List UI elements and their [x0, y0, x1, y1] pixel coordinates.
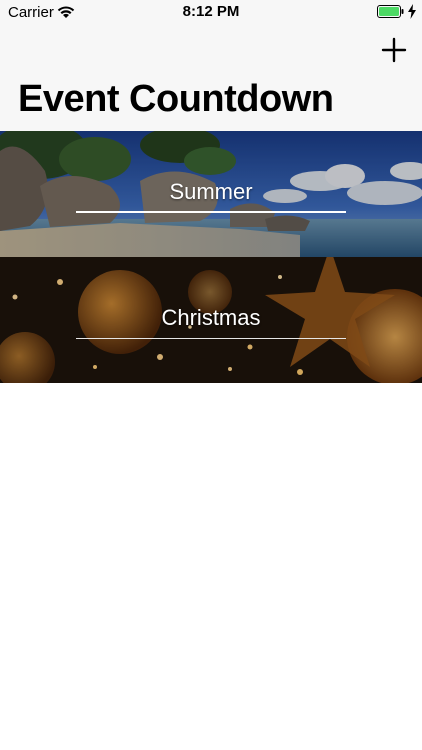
event-card-summer[interactable]: Summer	[0, 131, 422, 257]
event-name: Christmas	[161, 305, 261, 330]
event-name-underline	[76, 211, 346, 213]
navigation-bar: Event Countdown	[0, 24, 422, 132]
status-bar: Carrier 8:12 PM	[0, 0, 422, 24]
event-card-christmas[interactable]: Christmas	[0, 257, 422, 383]
event-name-underline	[76, 338, 346, 339]
page-title: Event Countdown	[18, 78, 334, 120]
clock-label: 8:12 PM	[182, 3, 240, 20]
battery-icon	[377, 5, 404, 18]
event-name: Summer	[169, 179, 253, 204]
charging-bolt-icon	[408, 4, 416, 19]
plus-icon[interactable]	[380, 36, 408, 64]
